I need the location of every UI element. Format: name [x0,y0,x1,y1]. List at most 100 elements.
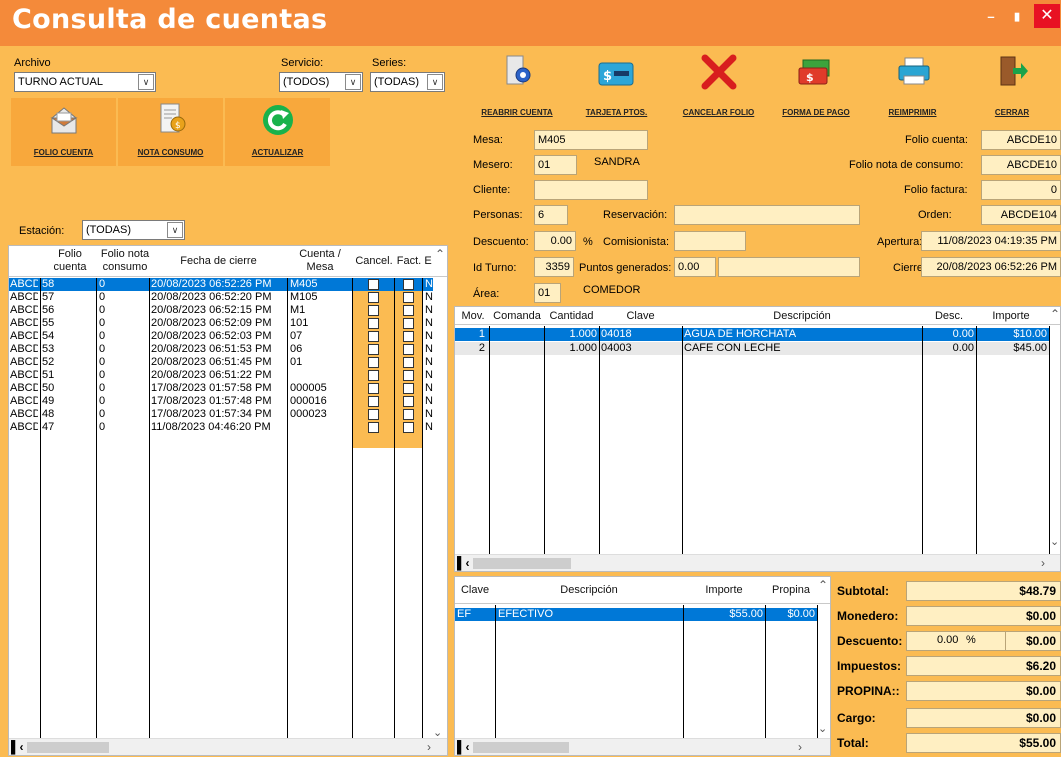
chevron-down-icon[interactable]: ∨ [427,74,443,90]
cancel-checkbox[interactable] [368,383,379,394]
mesero-code-field[interactable]: 01 [534,155,577,175]
table-row[interactable]: ABCD 53 0 20/08/2023 06:51:53 PM 06 N [9,343,433,356]
chevron-down-icon[interactable]: ∨ [138,74,154,90]
cancel-checkbox[interactable] [368,396,379,407]
payments-table[interactable]: Clave Descripción Importe Propina ⌃ EF EF… [454,576,831,756]
cliente-field[interactable] [534,180,648,200]
folio-cuenta-field[interactable]: ABCDE10 [981,130,1061,150]
cantidad-header[interactable]: Cantidad [544,310,599,323]
pay-importe-header[interactable]: Importe [683,584,765,597]
table-row[interactable]: ABCD 56 0 20/08/2023 06:52:15 PM M1 N [9,304,433,317]
pay-descripcion-header[interactable]: Descripción [495,584,683,597]
folio-nota-header[interactable]: Folio nota [101,248,149,260]
orden-field[interactable]: ABCDE104 [981,205,1061,225]
fact-checkbox[interactable] [403,279,414,290]
personas-field[interactable]: 6 [534,205,568,225]
close-button[interactable]: ✕ [1034,4,1060,28]
descuento-field[interactable]: 0.00 [534,231,576,251]
scroll-left-arrow[interactable]: ▌‹ [457,739,470,755]
fact-checkbox[interactable] [403,357,414,368]
table-row[interactable]: ABCD 47 0 11/08/2023 04:46:20 PM N [9,421,433,434]
scroll-thumb[interactable] [473,742,569,753]
pay-propina-header[interactable]: Propina [765,584,817,597]
mov-header[interactable]: Mov. [457,310,489,323]
payments-hscrollbar[interactable]: ▌‹ › [455,738,830,755]
scroll-down-arrow[interactable]: ⌄ [1050,535,1059,548]
cancel-checkbox[interactable] [368,292,379,303]
importe-header[interactable]: Importe [976,310,1046,323]
cancel-checkbox[interactable] [368,331,379,342]
scroll-up-arrow[interactable]: ⌃ [817,579,829,592]
accounts-hscrollbar[interactable]: ▌‹ › [9,738,447,755]
minimize-button[interactable]: – [978,6,1004,28]
cancel-checkbox[interactable] [368,305,379,316]
cancel-checkbox[interactable] [368,370,379,381]
table-row[interactable]: ABCD 58 0 20/08/2023 06:52:26 PM M405 N [9,278,433,291]
items-hscrollbar[interactable]: ▌‹ › [455,554,1060,571]
mesa-field[interactable]: M405 [534,130,648,150]
scroll-up-arrow[interactable]: ⌃ [434,248,446,261]
fact-checkbox[interactable] [403,370,414,381]
cuenta-mesa-header[interactable]: Cuenta / [299,248,341,260]
cierre-field[interactable]: 20/08/2023 06:52:26 PM [921,257,1061,277]
fact-checkbox[interactable] [403,318,414,329]
scroll-right-arrow[interactable]: › [798,739,802,755]
table-row[interactable]: EF EFECTIVO $55.00 $0.00 [455,608,817,621]
forma-pago-button[interactable]: $ FORMA DE PAGO [771,50,861,122]
chevron-down-icon[interactable]: ∨ [167,222,183,238]
desc-header[interactable]: Desc. [922,310,976,323]
folio-cuenta-header[interactable]: Folio [58,248,82,260]
area-code-field[interactable]: 01 [534,283,561,303]
table-row[interactable]: ABCD 57 0 20/08/2023 06:52:20 PM M105 N [9,291,433,304]
items-table[interactable]: Mov. Comanda Cantidad Clave Descripción … [454,306,1061,572]
folio-cuenta-button[interactable]: FOLIO CUENTA [11,98,116,166]
restore-button[interactable]: ▮ [1004,6,1030,28]
cancelar-folio-button[interactable]: CANCELAR FOLIO [669,50,768,122]
cerrar-button[interactable]: CERRAR [963,50,1061,122]
estacion-select[interactable]: (TODAS) ∨ [82,220,185,240]
tarjeta-ptos-button[interactable]: $ TARJETA PTOS. [567,50,666,122]
scroll-left-arrow[interactable]: ▌‹ [457,555,470,571]
table-row[interactable]: ABCD 51 0 20/08/2023 06:51:22 PM N [9,369,433,382]
table-row[interactable]: ABCD 52 0 20/08/2023 06:51:45 PM 01 N [9,356,433,369]
cancel-header[interactable]: Cancel. [353,255,395,268]
scroll-thumb[interactable] [473,558,571,569]
table-row[interactable]: ABCD 49 0 17/08/2023 01:57:48 PM 000016 N [9,395,433,408]
cancel-checkbox[interactable] [368,422,379,433]
actualizar-button[interactable]: ACTUALIZAR [225,98,330,166]
comanda-header[interactable]: Comanda [489,310,545,323]
table-row[interactable]: ABCD 50 0 17/08/2023 01:57:58 PM 000005 N [9,382,433,395]
fact-checkbox[interactable] [403,292,414,303]
cancel-checkbox[interactable] [368,357,379,368]
chevron-down-icon[interactable]: ∨ [345,74,361,90]
cancel-checkbox[interactable] [368,409,379,420]
scroll-left-arrow[interactable]: ▌‹ [11,739,24,755]
comisionista-field[interactable] [674,231,746,251]
reimprimir-button[interactable]: REIMPRIMIR [866,50,959,122]
table-row[interactable]: ABCD 54 0 20/08/2023 06:52:03 PM 07 N [9,330,433,343]
cancel-checkbox[interactable] [368,344,379,355]
pay-clave-header[interactable]: Clave [455,584,495,597]
cancel-checkbox[interactable] [368,279,379,290]
nota-consumo-button[interactable]: $ NOTA CONSUMO [118,98,223,166]
reabrir-cuenta-button[interactable]: REABRIR CUENTA [469,50,565,122]
scroll-thumb[interactable] [27,742,109,753]
reservacion-field[interactable] [674,205,860,225]
scroll-down-arrow[interactable]: ⌄ [818,722,827,735]
fecha-cierre-header[interactable]: Fecha de cierre [150,255,287,268]
servicio-select[interactable]: (TODOS) ∨ [279,72,363,92]
clave-header[interactable]: Clave [599,310,682,323]
scroll-up-arrow[interactable]: ⌃ [1049,308,1060,321]
turno-field[interactable]: 3359 [534,257,574,277]
folio-factura-field[interactable]: 0 [981,180,1061,200]
fact-checkbox[interactable] [403,331,414,342]
accounts-table[interactable]: Folio cuenta Folio nota consumo Fecha de c… [8,245,448,756]
puntos-extra-field[interactable] [718,257,860,277]
folio-nota-field[interactable]: ABCDE10 [981,155,1061,175]
fact-checkbox[interactable] [403,305,414,316]
fact-checkbox[interactable] [403,396,414,407]
table-row[interactable]: ABCD 48 0 17/08/2023 01:57:34 PM 000023 N [9,408,433,421]
archivo-select[interactable]: TURNO ACTUAL ∨ [14,72,156,92]
series-select[interactable]: (TODAS) ∨ [370,72,445,92]
table-row[interactable]: ABCD 55 0 20/08/2023 06:52:09 PM 101 N [9,317,433,330]
